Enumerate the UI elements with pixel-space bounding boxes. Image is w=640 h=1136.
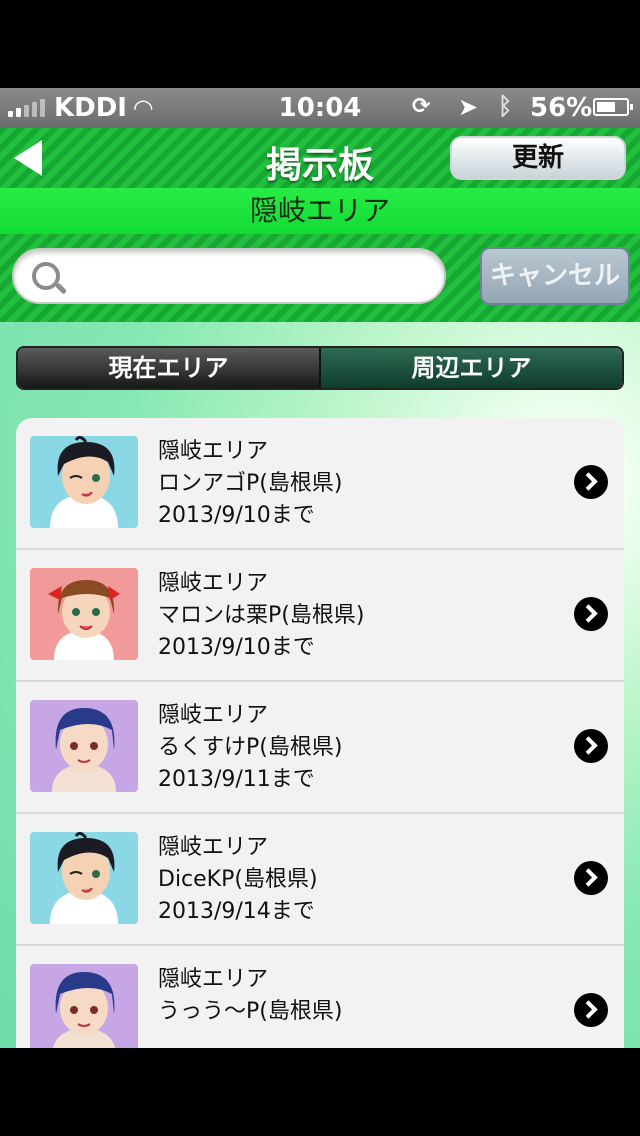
board-list: 隠岐エリア ロンアゴP(島根県) 2013/9/10まで 隠岐エリア マロンは栗…	[16, 418, 624, 1048]
chevron-right-icon[interactable]	[574, 465, 608, 499]
row-name: マロンは栗P(島根県)	[158, 603, 365, 628]
area-title: 隠岐エリア	[0, 188, 640, 234]
avatar-image	[30, 832, 138, 924]
navigation-bar: 掲示板 更新	[0, 128, 640, 188]
search-bar: キャンセル	[0, 234, 640, 322]
bottom-letterbox	[0, 1048, 640, 1136]
row-area: 隠岐エリア	[158, 571, 269, 596]
avatar-image	[30, 700, 138, 792]
avatar	[30, 436, 138, 528]
battery-icon	[593, 98, 633, 116]
chevron-right-icon[interactable]	[574, 993, 608, 1027]
search-field[interactable]	[12, 248, 446, 304]
chevron-right-icon[interactable]	[574, 861, 608, 895]
row-name: るくすけP(島根県)	[158, 735, 343, 760]
refresh-button[interactable]: 更新	[450, 136, 626, 180]
status-bar: KDDI ◠ 10:04 ⟳ ➤ ᛒ 56%	[0, 88, 640, 128]
row-area: 隠岐エリア	[158, 967, 269, 992]
battery-percent: 56%	[530, 93, 593, 123]
search-icon	[32, 262, 60, 290]
row-date: 2013/9/11まで	[158, 767, 315, 792]
row-area: 隠岐エリア	[158, 703, 269, 728]
avatar	[30, 832, 138, 924]
list-item[interactable]: 隠岐エリア マロンは栗P(島根県) 2013/9/10まで	[16, 550, 624, 682]
bluetooth-icon: ᛒ	[498, 92, 513, 120]
list-item[interactable]: 隠岐エリア ロンアゴP(島根県) 2013/9/10まで	[16, 418, 624, 550]
rotation-lock-icon: ⟳	[412, 94, 431, 119]
row-name: ロンアゴP(島根県)	[158, 471, 343, 496]
row-area: 隠岐エリア	[158, 835, 269, 860]
avatar-image	[30, 436, 138, 528]
list-item[interactable]: 隠岐エリア るくすけP(島根県) 2013/9/11まで	[16, 682, 624, 814]
row-name: DiceKP(島根県)	[158, 867, 318, 892]
list-item[interactable]: 隠岐エリア うっう～P(島根県)	[16, 946, 624, 1048]
location-icon: ➤	[458, 93, 479, 121]
avatar-image	[30, 568, 138, 660]
content-area: 現在エリア 周辺エリア 隠岐エリア ロンアゴP(島根県) 2013/9/10まで…	[0, 322, 640, 1048]
row-area: 隠岐エリア	[158, 439, 269, 464]
row-name: うっう～P(島根県)	[158, 999, 343, 1024]
chevron-right-icon[interactable]	[574, 729, 608, 763]
avatar-image	[30, 964, 138, 1048]
row-date: 2013/9/10まで	[158, 503, 315, 528]
area-segmented-control: 現在エリア 周辺エリア	[16, 346, 624, 390]
segment-current-area[interactable]: 現在エリア	[18, 348, 321, 388]
segment-nearby-area[interactable]: 周辺エリア	[321, 348, 622, 388]
row-date: 2013/9/14まで	[158, 899, 315, 924]
search-input[interactable]	[78, 260, 432, 294]
chevron-right-icon[interactable]	[574, 597, 608, 631]
top-letterbox	[0, 0, 640, 88]
list-item[interactable]: 隠岐エリア DiceKP(島根県) 2013/9/14まで	[16, 814, 624, 946]
cancel-button[interactable]: キャンセル	[480, 247, 630, 305]
avatar	[30, 700, 138, 792]
row-date: 2013/9/10まで	[158, 635, 315, 660]
avatar	[30, 964, 138, 1048]
avatar	[30, 568, 138, 660]
